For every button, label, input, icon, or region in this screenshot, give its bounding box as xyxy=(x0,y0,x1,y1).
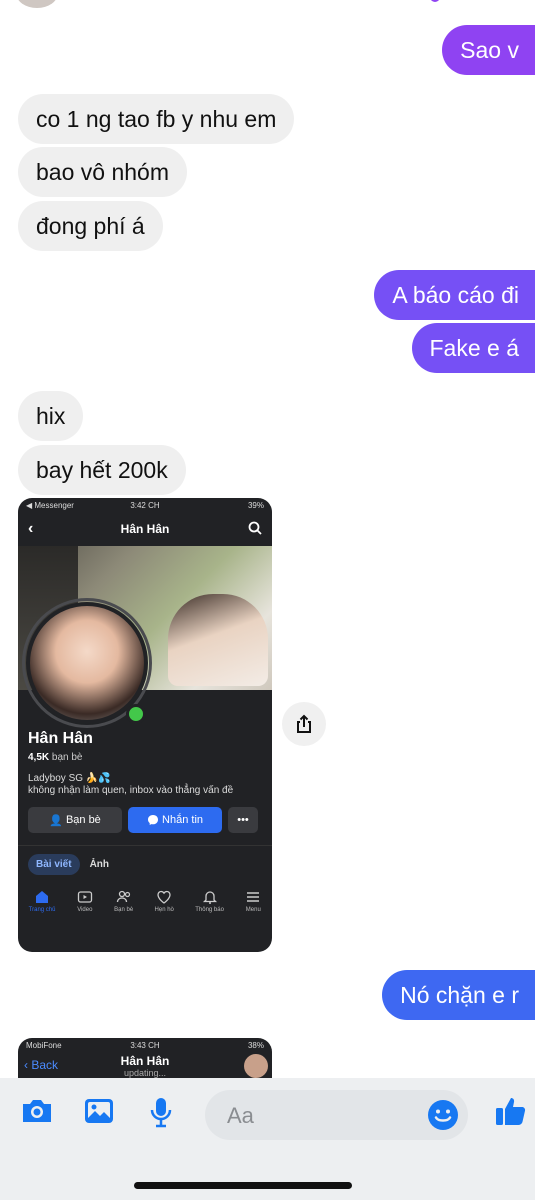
message-text: Nó chặn e r xyxy=(400,982,519,1008)
message-input[interactable]: Aa xyxy=(205,1090,468,1140)
nav-video: Video xyxy=(77,889,93,913)
message-incoming[interactable]: hix xyxy=(18,391,84,441)
back-chevron-icon: ‹ xyxy=(28,520,34,537)
message-text: Fake e á xyxy=(429,335,520,361)
nav-notifications: Thông báo xyxy=(195,889,224,913)
tab-photos: Ảnh xyxy=(89,859,110,870)
status-bar: MobiFone 3:43 CH 38% xyxy=(18,1038,272,1052)
message-text: bao vô nhóm xyxy=(36,159,169,185)
friends-count: 4,5K bạn bè xyxy=(18,748,272,763)
message-incoming[interactable]: bay hết 200k xyxy=(18,445,186,495)
message-text: đong phí á xyxy=(36,213,145,239)
profile-navbar: ‹ Hân Hân xyxy=(18,512,272,546)
status-time: 3:43 CH xyxy=(130,1040,160,1050)
message-text: hix xyxy=(36,403,66,429)
share-icon xyxy=(297,714,311,733)
menu-icon xyxy=(247,892,260,902)
bio-line: Ladyboy SG 🍌💦 xyxy=(28,773,111,784)
profile-bio: Ladyboy SG 🍌💦 không nhận làm quen, inbox… xyxy=(18,763,272,797)
sender-avatar xyxy=(16,0,58,8)
nav-menu: Menu xyxy=(245,889,261,913)
message-text: bay hết 200k xyxy=(36,457,168,483)
chat-subtitle: updating... xyxy=(123,1068,167,1078)
emoji-icon[interactable] xyxy=(427,1099,459,1137)
nav-label: Thông báo xyxy=(195,907,224,913)
message-button-label: Nhắn tin xyxy=(162,814,204,826)
message-button: Nhắn tin xyxy=(128,807,222,833)
nav-label: Bạn bè xyxy=(114,907,134,913)
messenger-icon xyxy=(147,815,158,825)
share-button[interactable] xyxy=(282,702,326,746)
chat-title: Hân Hân xyxy=(120,1054,170,1068)
message-text: Sao v xyxy=(460,37,519,63)
nav-label: Hẹn hò xyxy=(154,907,174,913)
message-text: A báo cáo đi xyxy=(392,282,519,308)
shared-screenshot-image[interactable]: ◀ Messenger 3:42 CH 39% ‹ Hân Hân Hân Hâ… xyxy=(18,498,272,952)
friends-button: 👤 Bạn bè xyxy=(28,807,122,833)
nav-label: Menu xyxy=(245,907,261,913)
bio-line: không nhận làm quen, inbox vào thẳng vấn… xyxy=(28,785,234,796)
profile-title: Hân Hân xyxy=(120,522,170,536)
message-incoming[interactable]: đong phí á xyxy=(18,201,163,251)
nav-home: Trang chủ xyxy=(28,889,56,913)
friends-number: 4,5K xyxy=(28,752,50,763)
chat-avatar xyxy=(244,1054,268,1078)
message-outgoing[interactable]: Fake e á xyxy=(411,323,535,373)
thumbs-up-icon[interactable] xyxy=(494,1094,528,1133)
nav-label: Trang chủ xyxy=(28,907,56,913)
message-outgoing[interactable]: Nó chặn e r xyxy=(382,970,535,1020)
status-bar: ◀ Messenger 3:42 CH 39% xyxy=(18,498,272,512)
message-input-placeholder: Aa xyxy=(227,1103,254,1128)
photo-icon[interactable] xyxy=(83,1096,115,1131)
nav-label: Video xyxy=(77,907,93,913)
friends-label: bạn bè xyxy=(51,752,83,763)
cover-person-shape xyxy=(168,594,268,686)
nav-dating: Hẹn hò xyxy=(155,889,174,913)
search-icon xyxy=(248,521,262,538)
status-time: 3:42 CH xyxy=(130,500,160,510)
bell-icon xyxy=(202,891,217,904)
message-text: co 1 ng tao fb y nhu em xyxy=(36,106,277,132)
friends-icon xyxy=(116,890,130,903)
more-label: ••• xyxy=(237,814,249,826)
message-outgoing[interactable]: A báo cáo đi xyxy=(374,270,535,320)
camera-icon[interactable] xyxy=(20,1096,54,1131)
more-button: ••• xyxy=(228,807,258,833)
home-icon xyxy=(36,891,49,903)
profile-tabs: Bài viết Ảnh xyxy=(18,846,272,883)
tab-posts: Bài viết xyxy=(28,854,80,875)
online-status-dot xyxy=(126,704,146,724)
message-outgoing[interactable]: Sao v xyxy=(442,25,535,75)
fb-bottom-nav: Trang chủ Video Bạn bè Hẹn hò Thông báo … xyxy=(18,883,272,919)
home-indicator xyxy=(134,1182,352,1189)
message-incoming[interactable]: bao vô nhóm xyxy=(18,147,187,197)
video-icon xyxy=(77,891,92,903)
message-incoming[interactable]: co 1 ng tao fb y nhu em xyxy=(18,94,295,144)
nav-friends: Bạn bè xyxy=(114,889,133,913)
friends-button-label: Bạn bè xyxy=(65,814,101,826)
profile-actions: 👤 Bạn bè Nhắn tin ••• xyxy=(18,797,272,833)
seen-indicator xyxy=(430,0,440,2)
microphone-icon[interactable] xyxy=(148,1096,174,1133)
previous-message-strip xyxy=(0,0,535,14)
heart-icon xyxy=(157,890,171,904)
